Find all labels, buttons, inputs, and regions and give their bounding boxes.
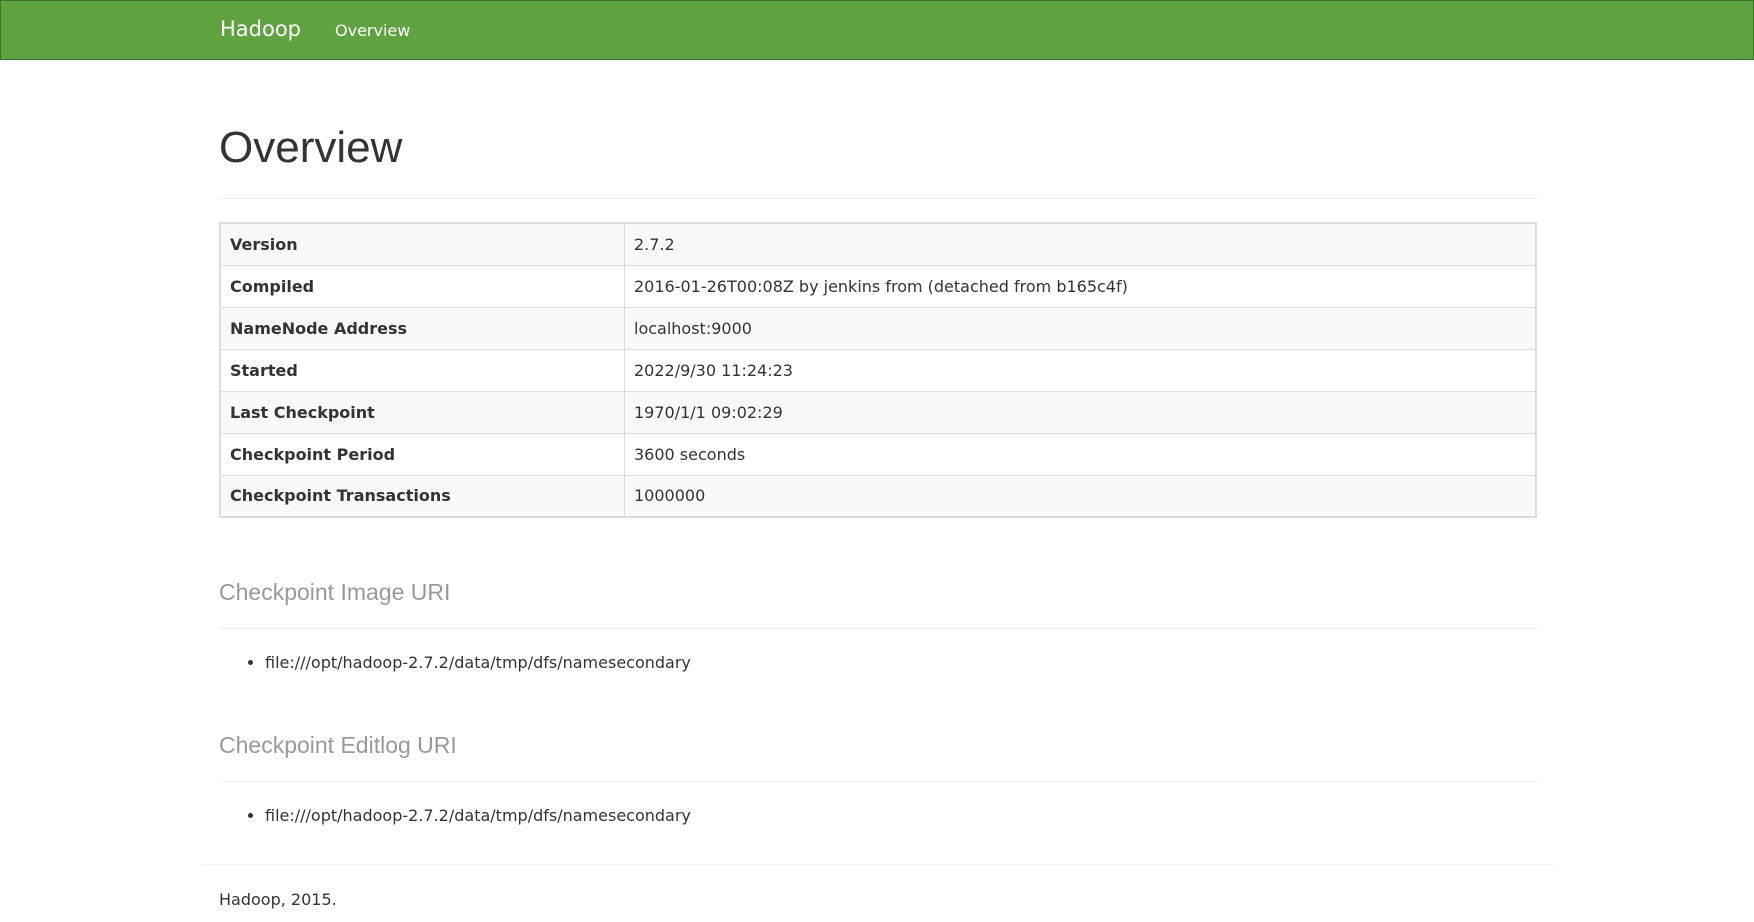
page-title: Overview bbox=[219, 123, 403, 172]
row-value: 1970/1/1 09:02:29 bbox=[624, 390, 1537, 434]
table-row-checkpoint-period: Checkpoint Period 3600 seconds bbox=[219, 432, 1537, 476]
row-value: 2016-01-26T00:08Z by jenkins from (detac… bbox=[624, 264, 1537, 308]
footer-divider bbox=[202, 864, 1554, 865]
table-row-started: Started 2022/9/30 11:24:23 bbox=[219, 348, 1537, 392]
row-value: 2022/9/30 11:24:23 bbox=[624, 348, 1537, 392]
checkpoint-image-heading: Checkpoint Image URI bbox=[219, 579, 451, 605]
brand-link[interactable]: Hadoop bbox=[220, 17, 301, 41]
list-item: file:///opt/hadoop-2.7.2/data/tmp/dfs/na… bbox=[265, 805, 691, 827]
top-navbar: Hadoop Overview bbox=[0, 0, 1754, 60]
table-row-last-checkpoint: Last Checkpoint 1970/1/1 09:02:29 bbox=[219, 390, 1537, 434]
overview-table: Version 2.7.2 Compiled 2016-01-26T00:08Z… bbox=[219, 222, 1537, 518]
row-value: 1000000 bbox=[624, 474, 1537, 518]
nav-link-overview[interactable]: Overview bbox=[335, 21, 410, 40]
row-label: NameNode Address bbox=[219, 306, 625, 350]
row-label: Checkpoint Transactions bbox=[219, 474, 625, 518]
row-label: Started bbox=[219, 348, 625, 392]
table-row-version: Version 2.7.2 bbox=[219, 222, 1537, 266]
checkpoint-image-uri-list: file:///opt/hadoop-2.7.2/data/tmp/dfs/na… bbox=[219, 652, 691, 674]
row-label: Compiled bbox=[219, 264, 625, 308]
title-divider bbox=[219, 198, 1537, 199]
checkpoint-editlog-uri-list: file:///opt/hadoop-2.7.2/data/tmp/dfs/na… bbox=[219, 805, 691, 827]
row-value: localhost:9000 bbox=[624, 306, 1537, 350]
row-value: 2.7.2 bbox=[624, 222, 1537, 266]
checkpoint-editlog-heading: Checkpoint Editlog URI bbox=[219, 732, 457, 758]
row-label: Checkpoint Period bbox=[219, 432, 625, 476]
row-label: Last Checkpoint bbox=[219, 390, 625, 434]
row-value: 3600 seconds bbox=[624, 432, 1537, 476]
row-label: Version bbox=[219, 222, 625, 266]
list-item: file:///opt/hadoop-2.7.2/data/tmp/dfs/na… bbox=[265, 652, 691, 674]
section-divider bbox=[219, 781, 1537, 782]
table-row-compiled: Compiled 2016-01-26T00:08Z by jenkins fr… bbox=[219, 264, 1537, 308]
section-divider bbox=[219, 628, 1537, 629]
table-row-namenode-address: NameNode Address localhost:9000 bbox=[219, 306, 1537, 350]
footer-text: Hadoop, 2015. bbox=[219, 890, 337, 909]
table-row-checkpoint-transactions: Checkpoint Transactions 1000000 bbox=[219, 474, 1537, 518]
